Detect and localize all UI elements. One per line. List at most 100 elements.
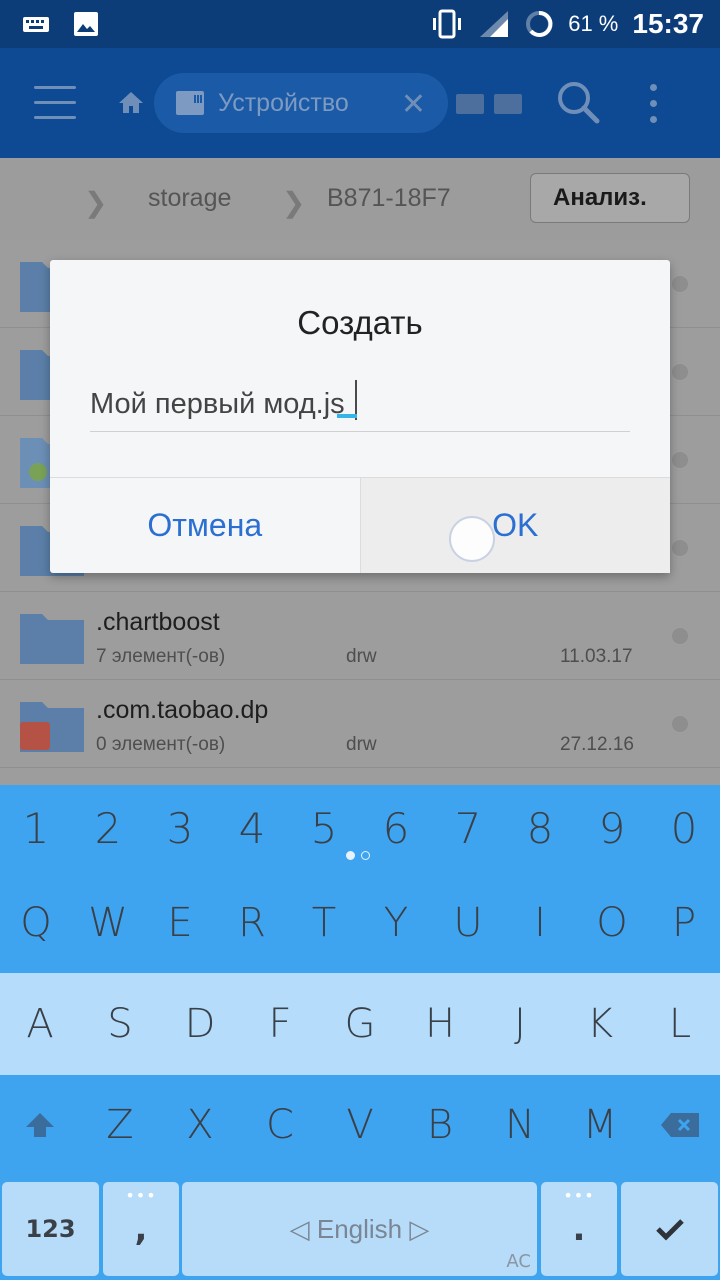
select-radio[interactable] bbox=[672, 628, 688, 644]
key-w[interactable]: W bbox=[72, 873, 144, 973]
shift-key[interactable] bbox=[0, 1075, 80, 1175]
key-o[interactable]: O bbox=[576, 873, 648, 973]
key-3[interactable]: 3 bbox=[144, 785, 216, 871]
key-e[interactable]: E bbox=[144, 873, 216, 973]
home-row: A S D F G H J K L bbox=[0, 973, 720, 1075]
chevron-right-icon: ❯ bbox=[282, 187, 306, 218]
key-u[interactable]: U bbox=[432, 873, 504, 973]
image-icon bbox=[74, 12, 98, 36]
cancel-button[interactable]: Отмена bbox=[50, 478, 360, 573]
select-radio[interactable] bbox=[672, 452, 688, 468]
qwerty-row: Q W E R T Y U I O P bbox=[0, 873, 720, 973]
key-1[interactable]: 1 bbox=[0, 785, 72, 871]
key-t[interactable]: T bbox=[288, 873, 360, 973]
list-item[interactable]: .chartboost 7 элемент(-ов) drw 11.03.17 bbox=[0, 592, 720, 680]
analyze-button[interactable]: Анализ. bbox=[530, 173, 690, 223]
select-radio[interactable] bbox=[672, 540, 688, 556]
file-name: .com.taobao.dp bbox=[96, 696, 269, 724]
autocorrect-indicator: AC bbox=[506, 1251, 531, 1272]
key-z[interactable]: Z bbox=[80, 1075, 160, 1175]
file-date: 27.12.16 bbox=[560, 734, 634, 755]
key-j[interactable]: J bbox=[480, 973, 560, 1075]
comma-key[interactable]: ••• , bbox=[103, 1182, 179, 1276]
list-item[interactable]: .com.taobao.dp 0 элемент(-ов) drw 27.12.… bbox=[0, 680, 720, 768]
key-x[interactable]: X bbox=[160, 1075, 240, 1175]
breadcrumb-item[interactable]: storage bbox=[148, 184, 231, 213]
key-y[interactable]: Y bbox=[360, 873, 432, 973]
signal-icon bbox=[480, 11, 509, 37]
key-7[interactable]: 7 bbox=[432, 785, 504, 871]
page-indicator bbox=[346, 851, 370, 860]
key-p[interactable]: P bbox=[648, 873, 720, 973]
backspace-key[interactable] bbox=[640, 1075, 720, 1175]
period-label: . bbox=[572, 1209, 586, 1249]
enter-key[interactable] bbox=[621, 1182, 718, 1276]
key-2[interactable]: 2 bbox=[72, 785, 144, 871]
key-n[interactable]: N bbox=[480, 1075, 560, 1175]
select-radio[interactable] bbox=[672, 364, 688, 380]
tab-icon[interactable] bbox=[456, 94, 484, 114]
key-r[interactable]: R bbox=[216, 873, 288, 973]
home-icon[interactable] bbox=[118, 90, 144, 114]
app-bar: Устройство ✕ bbox=[0, 48, 720, 158]
key-v[interactable]: V bbox=[320, 1075, 400, 1175]
key-b[interactable]: B bbox=[400, 1075, 480, 1175]
period-key[interactable]: ••• . bbox=[541, 1182, 617, 1276]
tab-icon[interactable] bbox=[494, 94, 522, 114]
touch-indicator bbox=[449, 516, 495, 562]
key-i[interactable]: I bbox=[504, 873, 576, 973]
backspace-icon bbox=[661, 1113, 699, 1137]
menu-icon[interactable] bbox=[34, 86, 76, 120]
key-a[interactable]: A bbox=[0, 973, 80, 1075]
caret-handle[interactable] bbox=[337, 414, 357, 418]
numbers-mode-key[interactable]: 123 bbox=[2, 1182, 99, 1276]
ok-button[interactable]: OK bbox=[359, 478, 670, 573]
comma-label: , bbox=[134, 1209, 148, 1249]
dialog-title: Создать bbox=[297, 304, 423, 341]
file-count: 0 элемент(-ов) bbox=[96, 734, 226, 755]
keyboard-bottom-row: 123 ••• , ◁ English ▷ AC ••• . bbox=[0, 1178, 720, 1280]
battery-ring-icon bbox=[526, 10, 553, 37]
location-chip-label: Устройство bbox=[218, 88, 349, 117]
key-h[interactable]: H bbox=[400, 973, 480, 1075]
folder-icon bbox=[20, 614, 84, 664]
soft-keyboard: 1 2 3 4 5 6 7 8 9 0 Q W E R T Y U I O P … bbox=[0, 785, 720, 1280]
file-count: 7 элемент(-ов) bbox=[96, 646, 226, 667]
file-date: 11.03.17 bbox=[560, 646, 633, 667]
key-6[interactable]: 6 bbox=[360, 785, 432, 871]
key-k[interactable]: K bbox=[560, 973, 640, 1075]
key-q[interactable]: Q bbox=[0, 873, 72, 973]
location-chip[interactable]: Устройство ✕ bbox=[154, 73, 448, 133]
file-permissions: drw bbox=[346, 734, 377, 755]
breadcrumb-item[interactable]: B871-18F7 bbox=[327, 184, 451, 213]
select-radio[interactable] bbox=[672, 716, 688, 732]
key-4[interactable]: 4 bbox=[216, 785, 288, 871]
more-vert-icon[interactable] bbox=[650, 84, 658, 132]
filename-input[interactable] bbox=[90, 378, 630, 432]
battery-percent: 61 % bbox=[568, 11, 619, 36]
key-d[interactable]: D bbox=[160, 973, 240, 1075]
create-dialog: Создать Отмена OK bbox=[50, 260, 670, 573]
key-0[interactable]: 0 bbox=[648, 785, 720, 871]
breadcrumb: ❯ storage ❯ B871-18F7 Анализ. bbox=[0, 158, 720, 240]
file-name: .chartboost bbox=[96, 608, 220, 636]
more-symbols-icon: ••• bbox=[125, 1186, 157, 1205]
key-8[interactable]: 8 bbox=[504, 785, 576, 871]
folder-icon bbox=[20, 702, 84, 752]
key-l[interactable]: L bbox=[640, 973, 720, 1075]
key-m[interactable]: M bbox=[560, 1075, 640, 1175]
key-s[interactable]: S bbox=[80, 973, 160, 1075]
key-9[interactable]: 9 bbox=[576, 785, 648, 871]
chevron-right-icon: ❯ bbox=[84, 187, 108, 218]
clock: 15:37 bbox=[632, 8, 704, 39]
select-radio[interactable] bbox=[672, 276, 688, 292]
key-f[interactable]: F bbox=[240, 973, 320, 1075]
keyboard-icon bbox=[23, 17, 49, 32]
key-c[interactable]: C bbox=[240, 1075, 320, 1175]
space-key[interactable]: ◁ English ▷ AC bbox=[182, 1182, 537, 1276]
bottom-letter-row: Z X C V B N M bbox=[0, 1075, 720, 1175]
status-bar: 61 % 15:37 bbox=[0, 0, 720, 48]
key-g[interactable]: G bbox=[320, 973, 400, 1075]
search-icon[interactable] bbox=[556, 80, 600, 124]
close-icon[interactable]: ✕ bbox=[401, 87, 426, 122]
